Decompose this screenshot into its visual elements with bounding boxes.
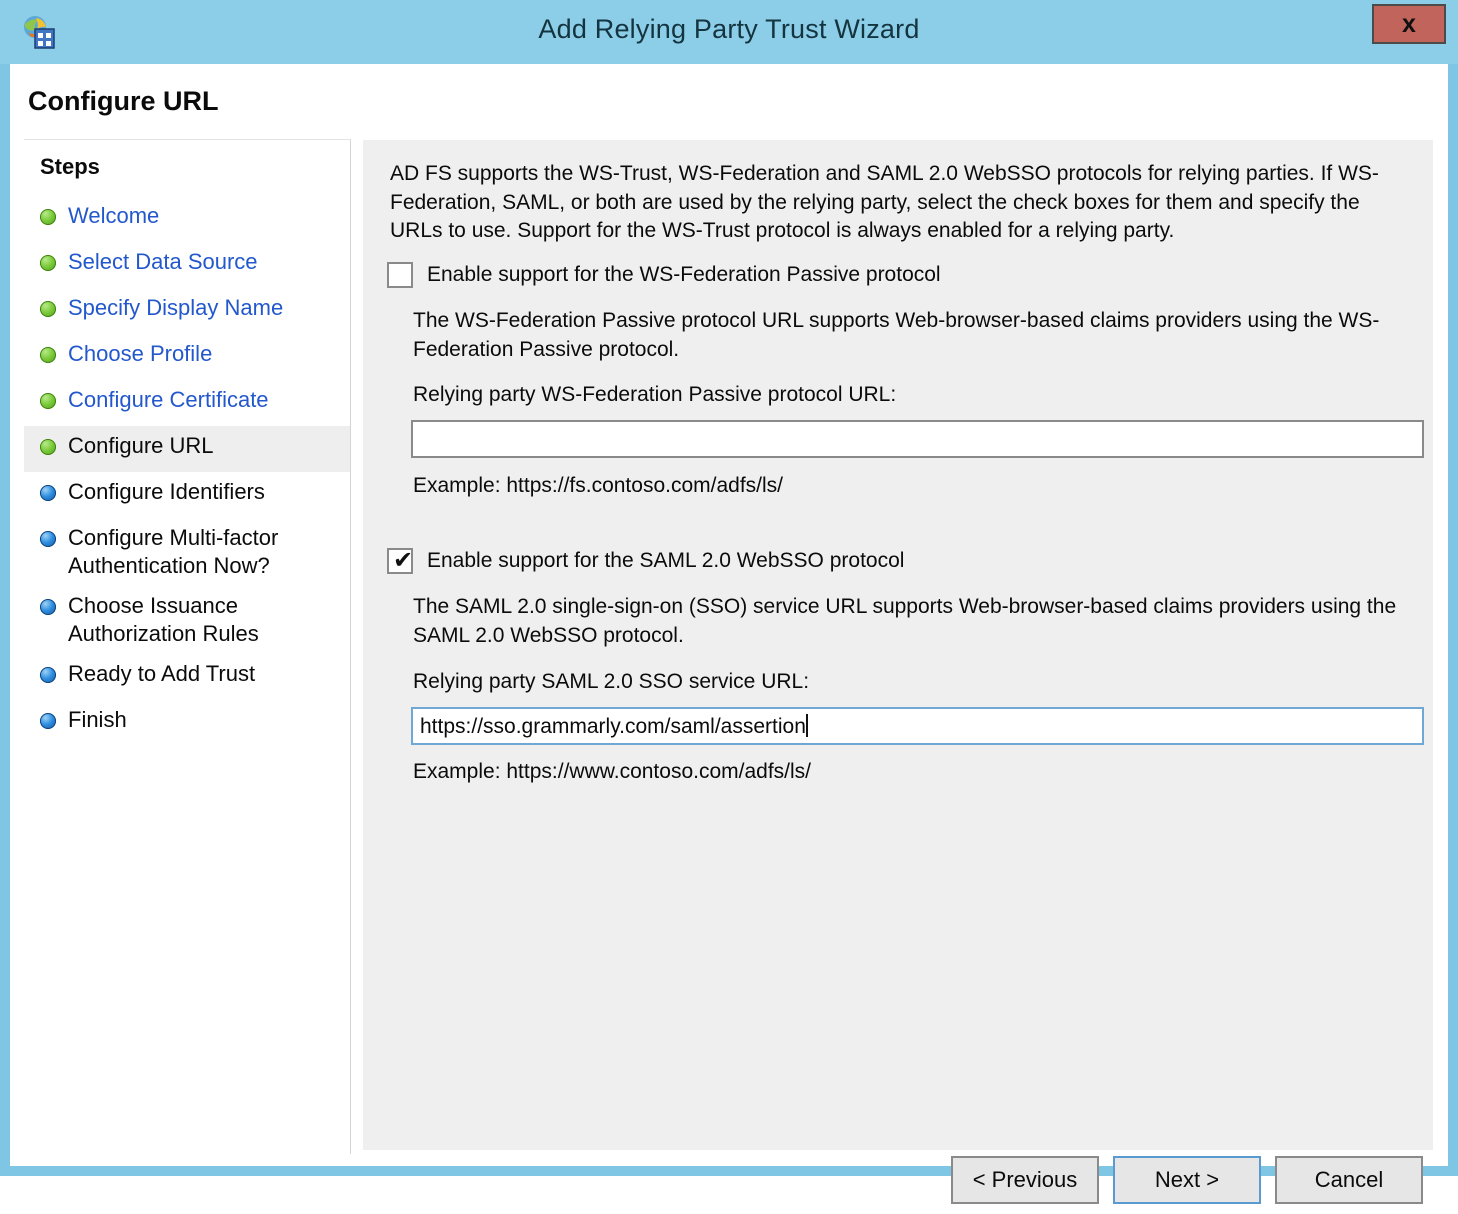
intro-text: AD FS supports the WS-Trust, WS-Federati… xyxy=(390,162,1379,242)
previous-button[interactable]: < Previous xyxy=(951,1156,1099,1204)
sidebar-item-label: Select Data Source xyxy=(68,249,258,274)
step-status-done-icon xyxy=(40,301,56,317)
step-status-done-icon xyxy=(40,393,56,409)
saml-checkbox[interactable]: ✔ xyxy=(387,546,414,574)
text-cursor xyxy=(805,714,808,737)
wizard-client-area: Configure URL Steps Welcome Select Data … xyxy=(10,64,1448,1204)
sidebar-item-configure-url[interactable]: Configure URL xyxy=(24,426,350,472)
saml-url-value: https://sso.grammarly.com/saml/assertion xyxy=(420,715,806,738)
button-bar: < Previous Next > Cancel xyxy=(362,1156,1434,1214)
wsfed-url-example: Example: https://fs.contoso.com/adfs/ls/ xyxy=(413,474,783,497)
step-status-todo-icon xyxy=(40,531,56,547)
sidebar-item-label: Specify Display Name xyxy=(68,295,284,320)
step-status-todo-icon xyxy=(40,599,56,615)
sidebar-item-label: Finish xyxy=(68,707,127,732)
saml-checkbox-row[interactable]: ✔ Enable support for the SAML 2.0 WebSSO… xyxy=(387,546,904,574)
sidebar-item-finish[interactable]: Finish xyxy=(24,700,350,746)
wsfed-checkbox[interactable] xyxy=(387,262,413,288)
step-status-todo-icon xyxy=(40,713,56,729)
wsfed-checkbox-row[interactable]: Enable support for the WS-Federation Pas… xyxy=(387,262,941,288)
sidebar-item-choose-profile[interactable]: Choose Profile xyxy=(24,334,350,380)
step-status-done-icon xyxy=(40,347,56,363)
sidebar-item-label: Configure URL xyxy=(68,433,214,458)
sidebar-item-configure-identifiers[interactable]: Configure Identifiers xyxy=(24,472,350,518)
content-panel: AD FS supports the WS-Trust, WS-Federati… xyxy=(362,139,1434,1151)
page-title: Configure URL xyxy=(28,86,219,116)
step-status-todo-icon xyxy=(40,667,56,683)
checkmark-icon: ✔ xyxy=(393,546,414,574)
saml-url-input[interactable]: https://sso.grammarly.com/saml/assertion xyxy=(411,707,1424,745)
sidebar-item-ready-to-add-trust[interactable]: Ready to Add Trust xyxy=(24,654,350,700)
steps-heading: Steps xyxy=(40,154,100,179)
close-icon[interactable]: x xyxy=(1372,4,1446,44)
saml-url-example: Example: https://www.contoso.com/adfs/ls… xyxy=(413,760,811,783)
sidebar-item-configure-certificate[interactable]: Configure Certificate xyxy=(24,380,350,426)
step-status-done-icon xyxy=(40,209,56,225)
sidebar-item-welcome[interactable]: Welcome xyxy=(24,196,350,242)
wizard-window: Add Relying Party Trust Wizard x Configu… xyxy=(0,0,1458,1204)
saml-checkbox-label[interactable]: Enable support for the SAML 2.0 WebSSO p… xyxy=(427,549,904,573)
saml-url-label: Relying party SAML 2.0 SSO service URL: xyxy=(413,670,810,693)
window-title: Add Relying Party Trust Wizard xyxy=(538,14,920,44)
steps-list: Welcome Select Data Source Specify Displ… xyxy=(24,196,350,746)
sidebar-item-select-data-source[interactable]: Select Data Source xyxy=(24,242,350,288)
title-bar: Add Relying Party Trust Wizard x xyxy=(0,0,1458,64)
sidebar-item-label: Configure Identifiers xyxy=(68,479,265,504)
wsfed-url-input[interactable] xyxy=(411,420,1424,458)
step-status-current-icon xyxy=(40,439,56,455)
sidebar-item-label: Configure Multi-factor Authentication No… xyxy=(68,525,279,578)
sidebar-item-label: Choose Issuance Authorization Rules xyxy=(68,593,259,646)
steps-sidebar: Steps Welcome Select Data Source Specify… xyxy=(24,139,351,1154)
sidebar-item-choose-issuance-authorization-rules[interactable]: Choose Issuance Authorization Rules xyxy=(24,586,350,654)
cancel-button[interactable]: Cancel xyxy=(1275,1156,1423,1204)
wsfed-description: The WS-Federation Passive protocol URL s… xyxy=(413,309,1380,361)
sidebar-item-specify-display-name[interactable]: Specify Display Name xyxy=(24,288,350,334)
step-status-todo-icon xyxy=(40,485,56,501)
step-status-done-icon xyxy=(40,255,56,271)
sidebar-item-label: Choose Profile xyxy=(68,341,213,366)
next-button[interactable]: Next > xyxy=(1113,1156,1261,1204)
sidebar-item-label: Configure Certificate xyxy=(68,387,269,412)
sidebar-item-label: Ready to Add Trust xyxy=(68,661,256,686)
sidebar-item-label: Welcome xyxy=(68,203,160,228)
wsfed-checkbox-label[interactable]: Enable support for the WS-Federation Pas… xyxy=(427,263,941,287)
sidebar-item-configure-multi-factor-authentication[interactable]: Configure Multi-factor Authentication No… xyxy=(24,518,350,586)
saml-description: The SAML 2.0 single-sign-on (SSO) servic… xyxy=(413,595,1397,647)
wsfed-url-label: Relying party WS-Federation Passive prot… xyxy=(413,383,897,406)
